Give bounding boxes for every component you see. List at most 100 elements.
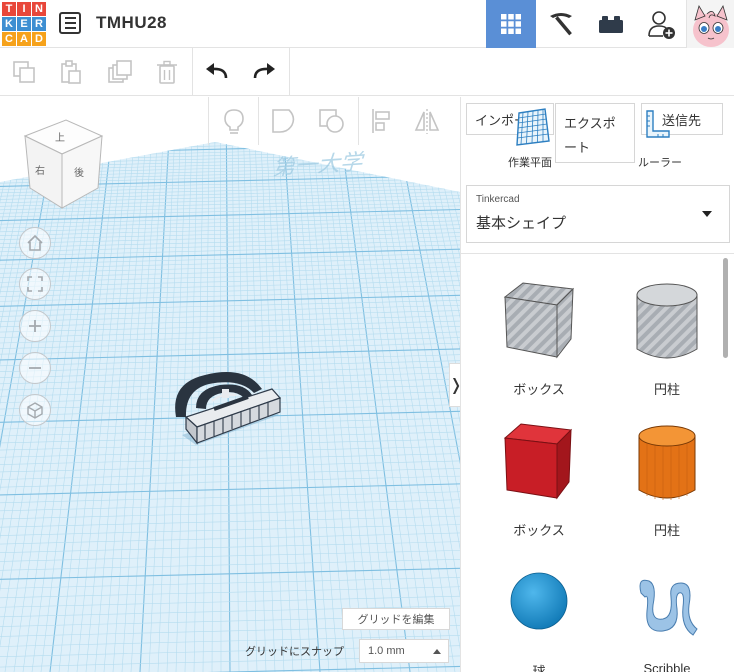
ruler-label[interactable]: ルーラー (638, 154, 682, 170)
hole-icon (319, 109, 344, 133)
avatar-image (693, 5, 729, 47)
home-icon (27, 234, 43, 251)
shape-label: 円柱 (653, 382, 680, 397)
paste-button[interactable] (57, 58, 85, 86)
shapes-panel: インポート エクスポート 送信先 作業平面 ルーラー Tinkercad 基本シ… (460, 97, 734, 672)
logo-letter: R (32, 17, 46, 31)
library-value: 基本シェイプ (476, 215, 567, 232)
workplane-viewport[interactable]: 第一大学 上 後 右 (0, 97, 460, 672)
invite-user-button[interactable] (636, 0, 686, 48)
brick-icon (599, 16, 623, 33)
edit-grid-button[interactable]: グリッドを編集 (342, 608, 450, 630)
hole-button[interactable] (318, 107, 346, 135)
redo-icon (253, 63, 275, 79)
blocks-view-button[interactable] (586, 0, 636, 48)
plus-icon (29, 320, 41, 332)
cube-icon (27, 402, 43, 419)
shape-box[interactable]: ボックス (475, 406, 603, 546)
sphere-icon (510, 572, 568, 630)
3d-view-button[interactable] (486, 0, 536, 48)
shape-label: ボックス (513, 382, 565, 397)
notes-button[interactable] (220, 107, 248, 135)
redo-button[interactable] (250, 58, 278, 86)
duplicate-icon (108, 60, 132, 83)
lightbulb-icon (224, 109, 244, 134)
logo-letter: N (32, 2, 46, 16)
perspective-button[interactable] (19, 394, 51, 426)
export-button[interactable]: エクスポート (555, 103, 635, 163)
mirror-icon (414, 109, 440, 134)
edit-toolbar (0, 48, 734, 96)
trash-icon (157, 60, 177, 84)
ruler-icon[interactable] (645, 109, 671, 139)
snap-grid-select[interactable]: 1.0 mm (359, 639, 449, 663)
undo-icon (206, 63, 228, 79)
tinkercad-logo[interactable]: T I N K E R C A D (2, 2, 46, 46)
project-title[interactable]: TMHU28 (96, 13, 167, 33)
shape-label: 球 (532, 664, 546, 672)
logo-letter: E (17, 17, 31, 31)
logo-letter: A (17, 32, 31, 46)
box-hole-icon (503, 282, 575, 359)
cube-side-label: 右 (35, 164, 45, 177)
toolbar-divider (289, 48, 290, 96)
snap-grid-label: グリッドにスナップ (245, 646, 344, 658)
minus-icon (29, 367, 41, 369)
duplicate-button[interactable] (106, 58, 134, 86)
undo-button[interactable] (203, 58, 231, 86)
shape-sphere[interactable]: 球 (475, 547, 603, 672)
shape-library-select[interactable]: Tinkercad 基本シェイプ (466, 185, 730, 243)
view-cube[interactable]: 上 後 右 (22, 118, 106, 210)
view-toolbar (208, 97, 460, 145)
copy-button[interactable] (10, 58, 38, 86)
scribble-icon (639, 579, 698, 636)
logo-letter: D (32, 32, 46, 46)
fit-view-button[interactable] (19, 268, 51, 300)
paste-icon (61, 60, 81, 84)
shape-scribble[interactable]: Scribble (603, 547, 731, 672)
toolbar-divider (208, 97, 209, 145)
shape-label: 円柱 (653, 523, 680, 538)
cube-top-label: 上 (55, 132, 65, 144)
panel-divider (461, 253, 734, 254)
logo-letter: K (2, 17, 16, 31)
cylinder-icon (638, 425, 696, 500)
toolbar-divider (258, 97, 259, 145)
snap-grid-value: 1.0 mm (368, 645, 405, 657)
home-view-button[interactable] (19, 227, 51, 259)
mirror-button[interactable] (413, 107, 441, 135)
library-source: Tinkercad (476, 194, 520, 205)
delete-button[interactable] (153, 58, 181, 86)
top-bar: T I N K E R C A D TMHU28 (0, 0, 734, 48)
pickaxe-icon (550, 13, 572, 36)
bricks-view-button[interactable] (536, 0, 586, 48)
align-button[interactable] (368, 107, 396, 135)
workplane-icon[interactable] (511, 107, 553, 149)
logo-letter: T (2, 2, 16, 16)
shape-box-hole[interactable]: ボックス (475, 265, 603, 405)
box-icon (503, 423, 573, 500)
cylinder-hole-icon (636, 283, 698, 359)
shape-cylinder-hole[interactable]: 円柱 (603, 265, 731, 405)
design-list-icon[interactable] (59, 12, 81, 34)
align-icon (372, 109, 390, 133)
export-label: エクスポート (564, 116, 616, 155)
shape-label: ボックス (513, 523, 565, 538)
fit-icon (27, 276, 43, 292)
outline-shape-icon (272, 109, 295, 133)
shape-cylinder[interactable]: 円柱 (603, 406, 731, 546)
logo-letter: I (17, 2, 31, 16)
zoom-in-button[interactable] (19, 310, 51, 342)
toolbar-divider (358, 97, 359, 145)
shape-label: Scribble (643, 661, 691, 672)
workplane-label[interactable]: 作業平面 (508, 154, 552, 170)
shape-outline-button[interactable] (270, 107, 298, 135)
copy-icon (13, 61, 35, 83)
caret-down-icon (702, 211, 712, 217)
add-user-icon (648, 11, 675, 39)
grid-icon (501, 14, 521, 34)
toolbar-divider (192, 48, 193, 96)
user-avatar[interactable] (686, 0, 734, 48)
caret-up-icon (433, 649, 441, 654)
zoom-out-button[interactable] (19, 352, 51, 384)
